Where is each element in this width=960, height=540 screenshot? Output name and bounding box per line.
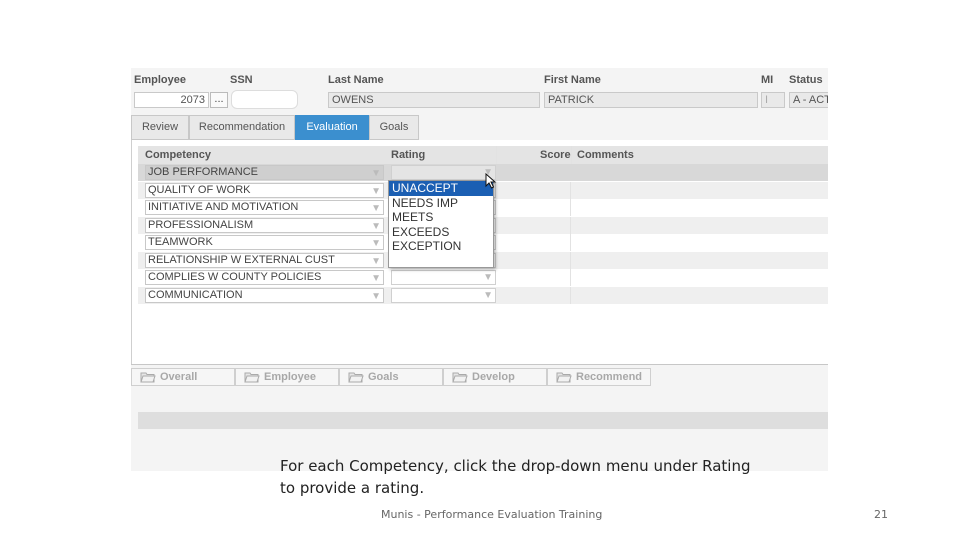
folder-open-icon [348, 372, 364, 383]
competency-cell[interactable]: COMPLIES W COUNTY POLICIES ▼ [145, 270, 384, 285]
goals-button-label: Goals [368, 371, 399, 383]
goals-button[interactable]: Goals [339, 368, 443, 386]
overall-button-label: Overall [160, 371, 198, 383]
triangle-down-icon[interactable]: ▼ [371, 167, 381, 179]
table-row[interactable]: COMMUNICATION ▼ ▼ [138, 286, 828, 304]
tab-goals[interactable]: Goals [369, 115, 419, 140]
first-name-label: First Name [544, 74, 601, 86]
rating-option-needs-imp[interactable]: NEEDS IMP [389, 196, 493, 211]
triangle-down-icon[interactable]: ▼ [371, 272, 381, 284]
recommend-button-label: Recommend [576, 371, 643, 383]
triangle-down-icon[interactable]: ▼ [371, 290, 381, 302]
competency-value: JOB PERFORMANCE [148, 166, 259, 178]
triangle-down-icon[interactable]: ▼ [371, 202, 381, 214]
rating-column-header: Rating [391, 149, 426, 161]
competency-cell[interactable]: TEAMWORK ▼ [145, 235, 384, 250]
mi-field[interactable]: I [761, 92, 785, 108]
last-name-label: Last Name [328, 74, 384, 86]
recommend-button[interactable]: Recommend [547, 368, 651, 386]
competency-value: RELATIONSHIP W EXTERNAL CUST [148, 253, 335, 266]
bottom-button-bar: Overall Employee Goals Develop Recommend [131, 368, 828, 387]
mouse-pointer-icon [485, 173, 497, 189]
last-name-field[interactable]: OWENS [328, 92, 540, 108]
grid-header: Competency Rating Score Comments [138, 146, 828, 164]
employee-label: Employee [134, 74, 186, 86]
status-field[interactable]: A - ACT [789, 92, 828, 108]
folder-open-icon [556, 372, 572, 383]
triangle-down-icon[interactable]: ▼ [371, 255, 381, 267]
triangle-down-icon[interactable]: ▼ [371, 237, 381, 249]
employee-field[interactable]: 2073 [134, 92, 209, 108]
panel-divider [131, 364, 828, 365]
competency-cell[interactable]: INITIATIVE AND MOTIVATION ▼ [145, 200, 384, 215]
comments-column-header: Comments [577, 149, 634, 161]
slide-footer: Munis - Performance Evaluation Training [381, 508, 603, 521]
caption-line-1: For each Competency, click the drop-down… [280, 457, 751, 475]
competency-cell[interactable]: RELATIONSHIP W EXTERNAL CUST ▼ [145, 252, 384, 268]
triangle-down-icon[interactable]: ▼ [371, 185, 381, 197]
competency-value: COMMUNICATION [148, 288, 243, 301]
score-column-header: Score [540, 149, 571, 161]
table-row[interactable]: COMPLIES W COUNTY POLICIES ▼ ▼ [138, 269, 828, 286]
triangle-down-icon[interactable]: ▼ [371, 220, 381, 232]
rating-option-unaccept[interactable]: UNACCEPT [389, 181, 493, 196]
slide-caption: For each Competency, click the drop-down… [280, 455, 780, 499]
folder-open-icon [244, 372, 260, 383]
competency-value: PROFESSIONALISM [148, 218, 254, 231]
competency-cell[interactable]: QUALITY OF WORK ▼ [145, 182, 384, 198]
status-label: Status [789, 74, 823, 86]
rating-option-exceeds[interactable]: EXCEEDS [389, 225, 493, 240]
competency-cell[interactable]: PROFESSIONALISM ▼ [145, 217, 384, 233]
munis-evaluation-window: Employee SSN Last Name First Name MI Sta… [131, 68, 828, 471]
tab-bar: Review Recommendation Evaluation Goals [131, 115, 828, 140]
develop-button-label: Develop [472, 371, 515, 383]
page-number: 21 [874, 508, 888, 521]
competency-cell[interactable]: JOB PERFORMANCE ▼ [145, 165, 384, 180]
rating-option-exception[interactable]: EXCEPTION [389, 239, 493, 254]
folder-open-icon [140, 372, 156, 383]
ssn-field[interactable] [231, 90, 298, 109]
tab-evaluation[interactable]: Evaluation [295, 115, 369, 140]
caption-line-2: to provide a rating. [280, 479, 425, 497]
triangle-down-icon[interactable]: ▼ [483, 290, 493, 301]
grid-status-strip [138, 412, 828, 429]
ssn-label: SSN [230, 74, 253, 86]
competency-column-header: Competency [145, 149, 212, 161]
triangle-down-icon[interactable]: ▼ [483, 272, 493, 283]
competency-value: COMPLIES W COUNTY POLICIES [148, 271, 322, 283]
competency-value: TEAMWORK [148, 236, 213, 248]
rating-option-meets[interactable]: MEETS [389, 210, 493, 225]
overall-button[interactable]: Overall [131, 368, 235, 386]
rating-select[interactable]: ▼ [391, 270, 496, 285]
competency-cell[interactable]: COMMUNICATION ▼ [145, 287, 384, 303]
rating-select[interactable]: ▼ [391, 165, 496, 180]
employee-button-label: Employee [264, 371, 316, 383]
tab-review[interactable]: Review [131, 115, 189, 140]
first-name-field[interactable]: PATRICK [544, 92, 758, 108]
employee-button[interactable]: Employee [235, 368, 339, 386]
mi-label: MI [761, 74, 774, 86]
competency-value: QUALITY OF WORK [148, 183, 251, 196]
folder-open-icon [452, 372, 468, 383]
rating-dropdown-menu: UNACCEPT NEEDS IMP MEETS EXCEEDS EXCEPTI… [388, 180, 494, 268]
table-row[interactable]: JOB PERFORMANCE ▼ ▼ [138, 164, 828, 181]
competency-value: INITIATIVE AND MOTIVATION [148, 201, 299, 213]
employee-lookup-button[interactable]: ... [210, 92, 228, 108]
tab-recommendation[interactable]: Recommendation [189, 115, 295, 140]
rating-select[interactable]: ▼ [391, 287, 496, 303]
develop-button[interactable]: Develop [443, 368, 547, 386]
